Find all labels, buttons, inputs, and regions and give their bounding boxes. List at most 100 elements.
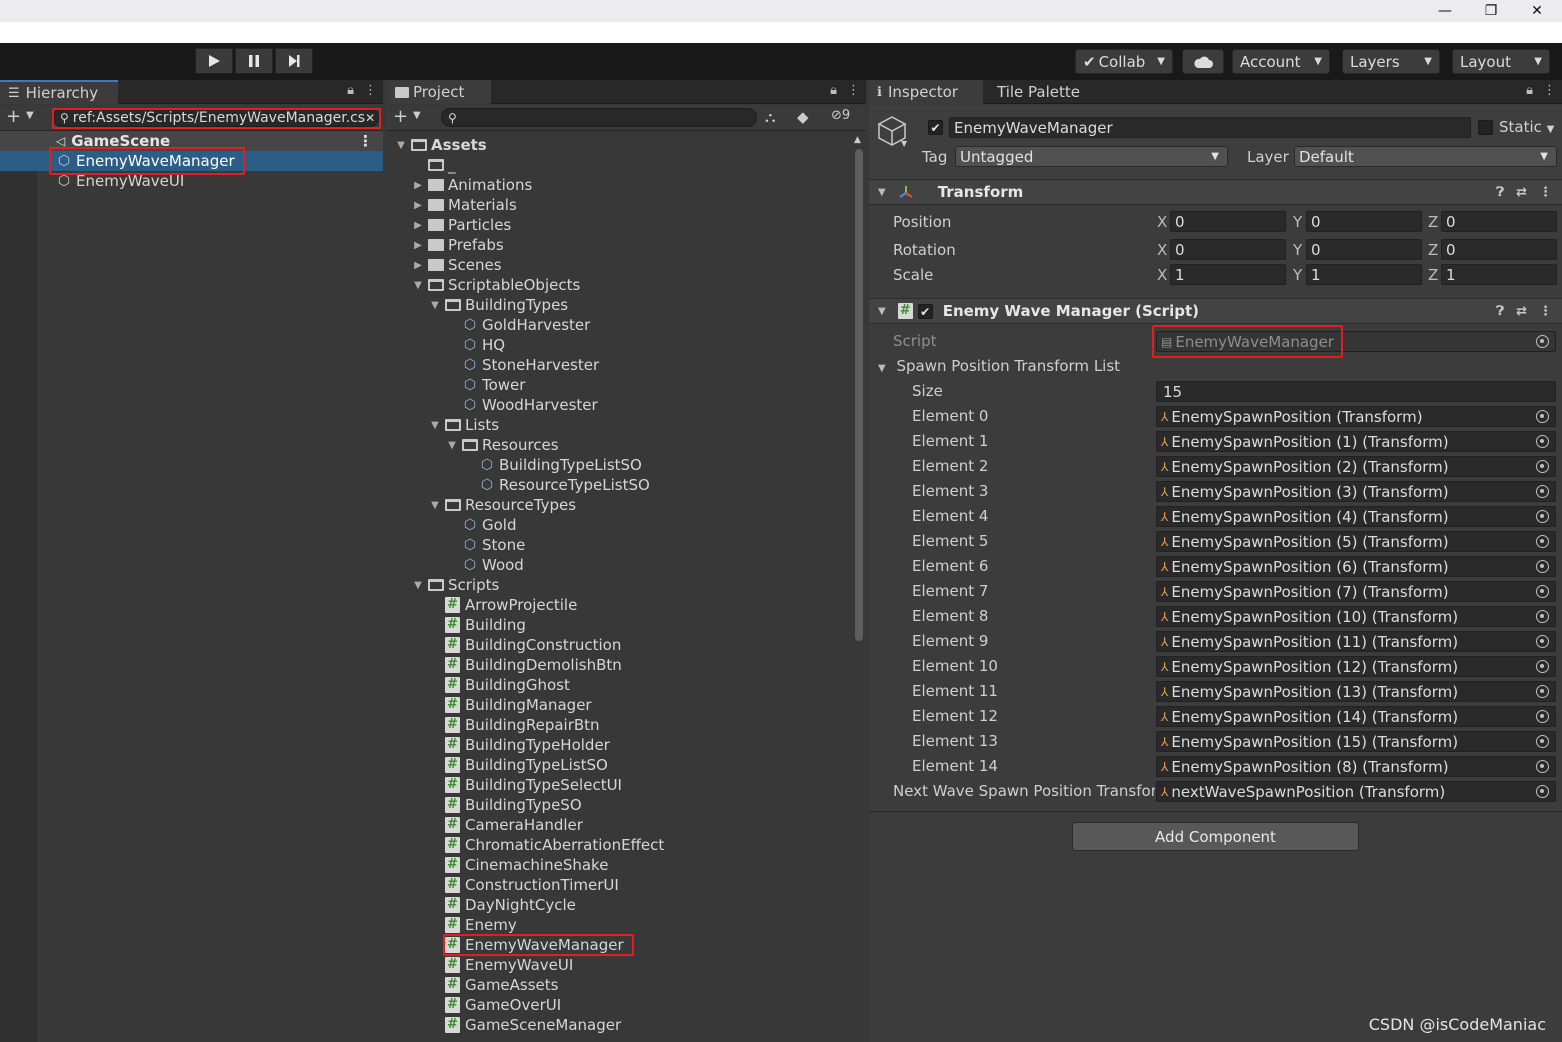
kebab-menu-icon[interactable]: ⋮: [358, 132, 373, 150]
project-item[interactable]: # BuildingTypeSO: [429, 795, 582, 815]
minimize-icon[interactable]: —: [1422, 0, 1468, 22]
foldout-open-icon[interactable]: ▼: [446, 440, 458, 451]
project-item[interactable]: # CinemachineShake: [429, 855, 608, 875]
layout-dropdown[interactable]: Layout ▼: [1452, 49, 1550, 74]
project-item[interactable]: # BuildingTypeSelectUI: [429, 775, 622, 795]
tag-dropdown[interactable]: Untagged ▼: [955, 146, 1228, 167]
project-item[interactable]: # BuildingTypeHolder: [429, 735, 610, 755]
list-element-field[interactable]: ⅄ EnemySpawnPosition (15) (Transform): [1156, 731, 1556, 752]
play-button[interactable]: [195, 48, 233, 74]
script-component-header[interactable]: ▼ # ✔ Enemy Wave Manager (Script) ❓︎ ⇄ ⋮: [869, 298, 1562, 324]
project-item[interactable]: ⬡ Tower: [446, 375, 526, 395]
axis-y-label[interactable]: Y: [1293, 266, 1302, 284]
project-item[interactable]: ⬡ HQ: [446, 335, 505, 355]
transform-z-field[interactable]: 1: [1441, 264, 1557, 285]
transform-z-field[interactable]: 0: [1441, 239, 1557, 260]
project-item[interactable]: ⬡ Wood: [446, 555, 524, 575]
project-item[interactable]: ⬡ StoneHarvester: [446, 355, 599, 375]
project-item[interactable]: ▶ Materials: [412, 195, 517, 215]
kebab-menu-icon[interactable]: ⋮: [364, 83, 377, 98]
static-dropdown[interactable]: Static ▼: [1499, 118, 1554, 136]
foldout-closed-icon[interactable]: ▶: [412, 180, 424, 191]
project-item[interactable]: ⬡ WoodHarvester: [446, 395, 598, 415]
project-item[interactable]: ▼ BuildingTypes: [429, 295, 568, 315]
component-enabled-checkbox[interactable]: ✔: [917, 303, 933, 319]
list-element-field[interactable]: ⅄ EnemySpawnPosition (6) (Transform): [1156, 556, 1556, 577]
project-item[interactable]: # BuildingConstruction: [429, 635, 621, 655]
project-item[interactable]: ⬡ BuildingTypeListSO: [463, 455, 642, 475]
project-item[interactable]: # ArrowProjectile: [429, 595, 577, 615]
object-name-field[interactable]: EnemyWaveManager: [949, 117, 1471, 138]
transform-y-field[interactable]: 0: [1306, 211, 1422, 232]
maximize-icon[interactable]: ❐: [1468, 0, 1514, 22]
object-picker-icon[interactable]: [1536, 785, 1549, 798]
axis-y-label[interactable]: Y: [1293, 213, 1302, 231]
foldout-open-icon[interactable]: ▼: [412, 280, 424, 291]
list-element-field[interactable]: ⅄ EnemySpawnPosition (4) (Transform): [1156, 506, 1556, 527]
axis-z-label[interactable]: Z: [1428, 266, 1438, 284]
project-item[interactable]: # BuildingGhost: [429, 675, 570, 695]
object-picker-icon[interactable]: [1536, 610, 1549, 623]
foldout-closed-icon[interactable]: ▶: [412, 200, 424, 211]
project-item[interactable]: # BuildingTypeListSO: [429, 755, 608, 775]
project-item[interactable]: # BuildingDemolishBtn: [429, 655, 622, 675]
project-item[interactable]: # ConstructionTimerUI: [429, 875, 619, 895]
hidden-packages-icon[interactable]: ⊘9: [831, 108, 850, 123]
help-icon[interactable]: ❓︎: [1496, 185, 1504, 200]
project-item[interactable]: ⬡ ResourceTypeListSO: [463, 475, 650, 495]
foldout-open-icon[interactable]: ▼: [429, 500, 441, 511]
axis-z-label[interactable]: Z: [1428, 241, 1438, 259]
object-picker-icon[interactable]: [1536, 660, 1549, 673]
project-item[interactable]: ▼ Assets: [395, 135, 487, 155]
list-element-field[interactable]: ⅄ EnemySpawnPosition (13) (Transform): [1156, 681, 1556, 702]
filter-by-label-icon[interactable]: ◆: [797, 108, 809, 126]
foldout-closed-icon[interactable]: ▶: [412, 240, 424, 251]
list-element-field[interactable]: ⅄ EnemySpawnPosition (1) (Transform): [1156, 431, 1556, 452]
object-picker-icon[interactable]: [1536, 585, 1549, 598]
tab-project[interactable]: Project: [387, 80, 491, 104]
project-item[interactable]: # EnemyWaveUI: [429, 955, 573, 975]
list-element-field[interactable]: ⅄ EnemySpawnPosition (11) (Transform): [1156, 631, 1556, 652]
list-element-field[interactable]: ⅄ EnemySpawnPosition (8) (Transform): [1156, 756, 1556, 777]
project-item[interactable]: # GameSceneManager: [429, 1015, 621, 1035]
transform-x-field[interactable]: 0: [1170, 211, 1286, 232]
foldout-open-icon[interactable]: ▼: [429, 420, 441, 431]
project-search-input[interactable]: ⚲: [441, 108, 757, 127]
tab-tile-palette[interactable]: Tile Palette: [989, 80, 1089, 104]
cloud-button[interactable]: [1182, 49, 1224, 74]
project-item[interactable]: # Building: [429, 615, 526, 635]
add-component-button[interactable]: Add Component: [1072, 822, 1359, 851]
pause-button[interactable]: [235, 48, 273, 74]
add-icon[interactable]: +: [6, 106, 21, 127]
project-item[interactable]: # DayNightCycle: [429, 895, 576, 915]
static-checkbox[interactable]: [1478, 120, 1493, 135]
project-item[interactable]: # CameraHandler: [429, 815, 583, 835]
layer-dropdown[interactable]: Default ▼: [1294, 146, 1557, 167]
foldout-closed-icon[interactable]: ▶: [412, 260, 424, 271]
transform-z-field[interactable]: 0: [1441, 211, 1557, 232]
filter-by-type-icon[interactable]: ⛬: [765, 108, 776, 126]
axis-z-label[interactable]: Z: [1428, 213, 1438, 231]
project-scrollbar-thumb[interactable]: [855, 149, 863, 641]
foldout-arrow-icon[interactable]: ▼: [878, 187, 886, 198]
list-element-field[interactable]: ⅄ EnemySpawnPosition (14) (Transform): [1156, 706, 1556, 727]
project-item[interactable]: # GameOverUI: [429, 995, 561, 1015]
lock-icon[interactable]: 🔒︎: [830, 83, 837, 98]
transform-y-field[interactable]: 0: [1306, 239, 1422, 260]
object-picker-icon[interactable]: [1536, 510, 1549, 523]
list-element-field[interactable]: ⅄ EnemySpawnPosition (Transform): [1156, 406, 1556, 427]
object-picker-icon[interactable]: [1536, 410, 1549, 423]
preset-icon[interactable]: ⇄: [1516, 304, 1527, 319]
project-item[interactable]: ⬡ Gold: [446, 515, 517, 535]
scroll-up-icon[interactable]: ▲: [854, 135, 861, 145]
project-item[interactable]: # BuildingManager: [429, 695, 592, 715]
list-element-field[interactable]: ⅄ EnemySpawnPosition (12) (Transform): [1156, 656, 1556, 677]
kebab-menu-icon[interactable]: ⋮: [1539, 304, 1552, 319]
next-wave-field[interactable]: ⅄ nextWaveSpawnPosition (Transform): [1156, 781, 1556, 802]
project-item[interactable]: ▼ Resources: [446, 435, 558, 455]
list-element-field[interactable]: ⅄ EnemySpawnPosition (10) (Transform): [1156, 606, 1556, 627]
close-icon[interactable]: ✕: [1514, 0, 1560, 22]
list-element-field[interactable]: ⅄ EnemySpawnPosition (3) (Transform): [1156, 481, 1556, 502]
kebab-menu-icon[interactable]: ⋮: [847, 83, 860, 98]
project-item[interactable]: # BuildingRepairBtn: [429, 715, 600, 735]
